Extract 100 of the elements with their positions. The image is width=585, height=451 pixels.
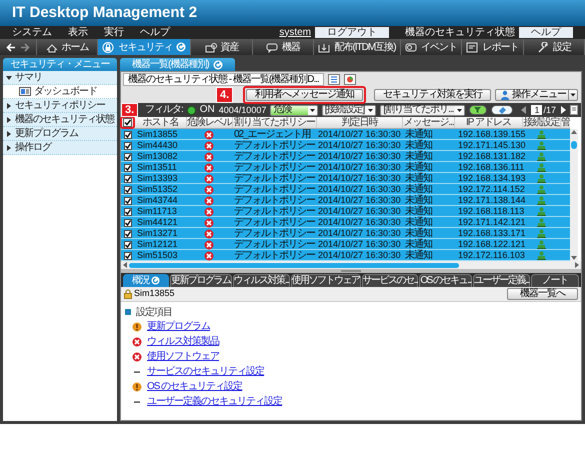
detail-tab[interactable]: OS のセキュ...: [419, 274, 472, 287]
table-row[interactable]: Sim43744 デフォルトポリシー 2014/10/27 16:30:30 未通知 192.171.138.144: [121, 195, 570, 206]
checkbox[interactable]: [124, 252, 132, 260]
nav-tab[interactable]: 資産: [191, 39, 253, 55]
checkbox[interactable]: [124, 240, 132, 248]
table-row[interactable]: Sim51503 デフォルトポリシー 2014/10/27 16:30:30 未通知 192.172.116.103: [121, 250, 570, 261]
splitter-handle[interactable]: [341, 270, 361, 272]
checkbox[interactable]: [124, 142, 132, 150]
column-header[interactable]: 割り当てたポリシー: [232, 117, 316, 128]
back-arrow-icon[interactable]: [6, 42, 16, 52]
setting-link[interactable]: OS のセキュリティ設定: [147, 379, 242, 394]
table-row[interactable]: Sim44430 デフォルトポリシー 2014/10/27 16:30:30 未通知 192.171.145.130: [121, 140, 570, 151]
device-list-button[interactable]: 機器一覧へ: [507, 288, 578, 300]
notify-button[interactable]: 利用者へメッセージ通知: [246, 89, 363, 101]
scroll-thumb[interactable]: [571, 141, 577, 149]
checkbox[interactable]: [124, 218, 132, 226]
checkbox[interactable]: [124, 164, 132, 172]
table-cell: デフォルトポリシー: [234, 162, 315, 173]
menu-item[interactable]: ヘルプ: [140, 28, 170, 38]
column-header[interactable]: メッセージ...: [402, 117, 454, 128]
logout-button[interactable]: ログアウト: [315, 27, 389, 38]
page-total: /17: [543, 106, 556, 114]
table-cell: 未通知: [405, 140, 432, 151]
vertical-scrollbar[interactable]: [570, 129, 578, 261]
table-row[interactable]: Sim12121 デフォルトポリシー 2014/10/27 16:30:30 未通知 192.168.122.121: [121, 239, 570, 250]
detail-tab[interactable]: 概況: [123, 274, 170, 287]
setting-link[interactable]: サービスのセキュリティ設定: [147, 364, 264, 379]
setting-link[interactable]: ウィルス対策製品: [147, 334, 219, 349]
list-view-icon[interactable]: [328, 74, 340, 85]
checkbox[interactable]: [124, 196, 132, 204]
table-cell: 2014/10/27 16:30:30: [318, 151, 401, 161]
filter-dropdown[interactable]: [割り当てたポリ...: [380, 104, 466, 116]
operation-menu-button[interactable]: 操作メニュー: [495, 89, 578, 101]
setting-link[interactable]: 更新プログラム: [147, 319, 210, 334]
security-action-button[interactable]: セキュリティ対策を実行: [374, 89, 491, 101]
scroll-thumb[interactable]: [129, 262, 459, 268]
table-cell: 未通知: [405, 206, 432, 217]
setting-link[interactable]: ユーザー定義のセキュリティ設定: [147, 394, 282, 409]
checkbox[interactable]: [124, 152, 132, 160]
nav-tab[interactable]: 設定: [524, 39, 585, 55]
table-row[interactable]: Sim13393 デフォルトポリシー 2014/10/27 16:30:30 未通知 192.168.134.193: [121, 173, 570, 184]
nav-tab[interactable]: 機器: [252, 39, 314, 55]
tree-item[interactable]: ダッシュボード: [34, 84, 97, 99]
detail-tab[interactable]: サービスのセ...: [362, 274, 418, 287]
table-cell: 192.168.122.121: [458, 239, 526, 249]
detail-tab[interactable]: ユーザー定義...: [472, 274, 530, 287]
export-icon[interactable]: [570, 105, 579, 115]
table-row[interactable]: Sim13082 デフォルトポリシー 2014/10/27 16:30:30 未通知 192.168.131.182: [121, 151, 570, 162]
next-page-icon[interactable]: [560, 106, 566, 114]
checkbox[interactable]: [124, 174, 132, 182]
nav-tab[interactable]: イベント: [400, 39, 462, 55]
clear-filter-icon[interactable]: [491, 105, 514, 115]
checkbox[interactable]: [123, 118, 132, 127]
chart-view-icon[interactable]: [344, 74, 356, 85]
table-cell: 未通知: [405, 173, 432, 184]
detail-tab[interactable]: ノート: [530, 274, 579, 287]
page-field[interactable]: 1: [531, 105, 542, 115]
detail-tab[interactable]: ウィルス対策...: [232, 274, 290, 287]
column-header[interactable]: IP アドレス: [454, 117, 522, 128]
horizontal-scrollbar[interactable]: [121, 261, 581, 269]
help-button[interactable]: ヘルプ: [519, 27, 573, 38]
filter-dropdown[interactable]: [接続設定]: [322, 104, 376, 116]
filter-icon[interactable]: [469, 105, 488, 115]
checkbox[interactable]: [124, 208, 132, 216]
user-link[interactable]: system: [279, 28, 311, 38]
menu-item[interactable]: 実行: [104, 28, 124, 38]
collapsed-arrow-icon[interactable]: [6, 144, 12, 150]
menu-item[interactable]: システム: [12, 28, 52, 38]
setting-link[interactable]: 使用ソフトウェア: [147, 349, 219, 364]
detail-tab[interactable]: 使用ソフトウェア: [290, 274, 361, 287]
expanded-arrow-icon[interactable]: [6, 74, 12, 80]
result-count: 4004/10007: [218, 106, 266, 114]
collapsed-arrow-icon[interactable]: [6, 130, 12, 136]
table-row[interactable]: Sim13855 02_エージェント用 2014/10/27 16:30:30 未通知 192.168.139.155: [121, 129, 570, 140]
checkbox[interactable]: [124, 230, 132, 238]
table-row[interactable]: Sim11713 デフォルトポリシー 2014/10/27 16:30:30 未通知 192.168.118.113: [121, 206, 570, 217]
filter-dropdown[interactable]: 危険: [270, 104, 318, 116]
table-row[interactable]: Sim51352 デフォルトポリシー 2014/10/27 16:30:30 未通知 192.172.114.152: [121, 184, 570, 195]
scroll-right-icon: [575, 262, 579, 268]
nav-tab[interactable]: レポート: [462, 39, 524, 55]
forward-arrow-icon[interactable]: [20, 42, 30, 52]
table-cell: デフォルトポリシー: [234, 239, 315, 250]
column-header[interactable]: 危険レベル: [186, 117, 232, 128]
nav-tab[interactable]: 配布(ITDM互換): [314, 39, 401, 55]
checkbox[interactable]: [124, 186, 132, 194]
nav-tab[interactable]: セキュリティ: [98, 39, 192, 55]
square-bullet-icon: [125, 309, 131, 315]
column-header[interactable]: 管: [560, 117, 570, 128]
collapsed-arrow-icon[interactable]: [6, 102, 12, 108]
table-row[interactable]: Sim44121 デフォルトポリシー 2014/10/27 16:30:30 未通知 192.171.142.121: [121, 217, 570, 228]
detail-tab[interactable]: 更新プログラム: [170, 274, 232, 287]
table-cell: 2014/10/27 16:30:30: [318, 140, 401, 150]
menu-item[interactable]: 表示: [68, 28, 88, 38]
checkbox[interactable]: [124, 130, 132, 138]
column-header[interactable]: ホスト名: [134, 117, 186, 128]
collapsed-arrow-icon[interactable]: [6, 116, 12, 122]
table-row[interactable]: Sim13511 デフォルトポリシー 2014/10/27 16:30:30 未通知 192.168.136.111: [121, 162, 570, 173]
table-row[interactable]: Sim13271 デフォルトポリシー 2014/10/27 16:30:30 未通知 192.168.133.171: [121, 228, 570, 239]
previous-page-icon[interactable]: [521, 106, 528, 114]
table-cell: 未通知: [405, 228, 432, 239]
